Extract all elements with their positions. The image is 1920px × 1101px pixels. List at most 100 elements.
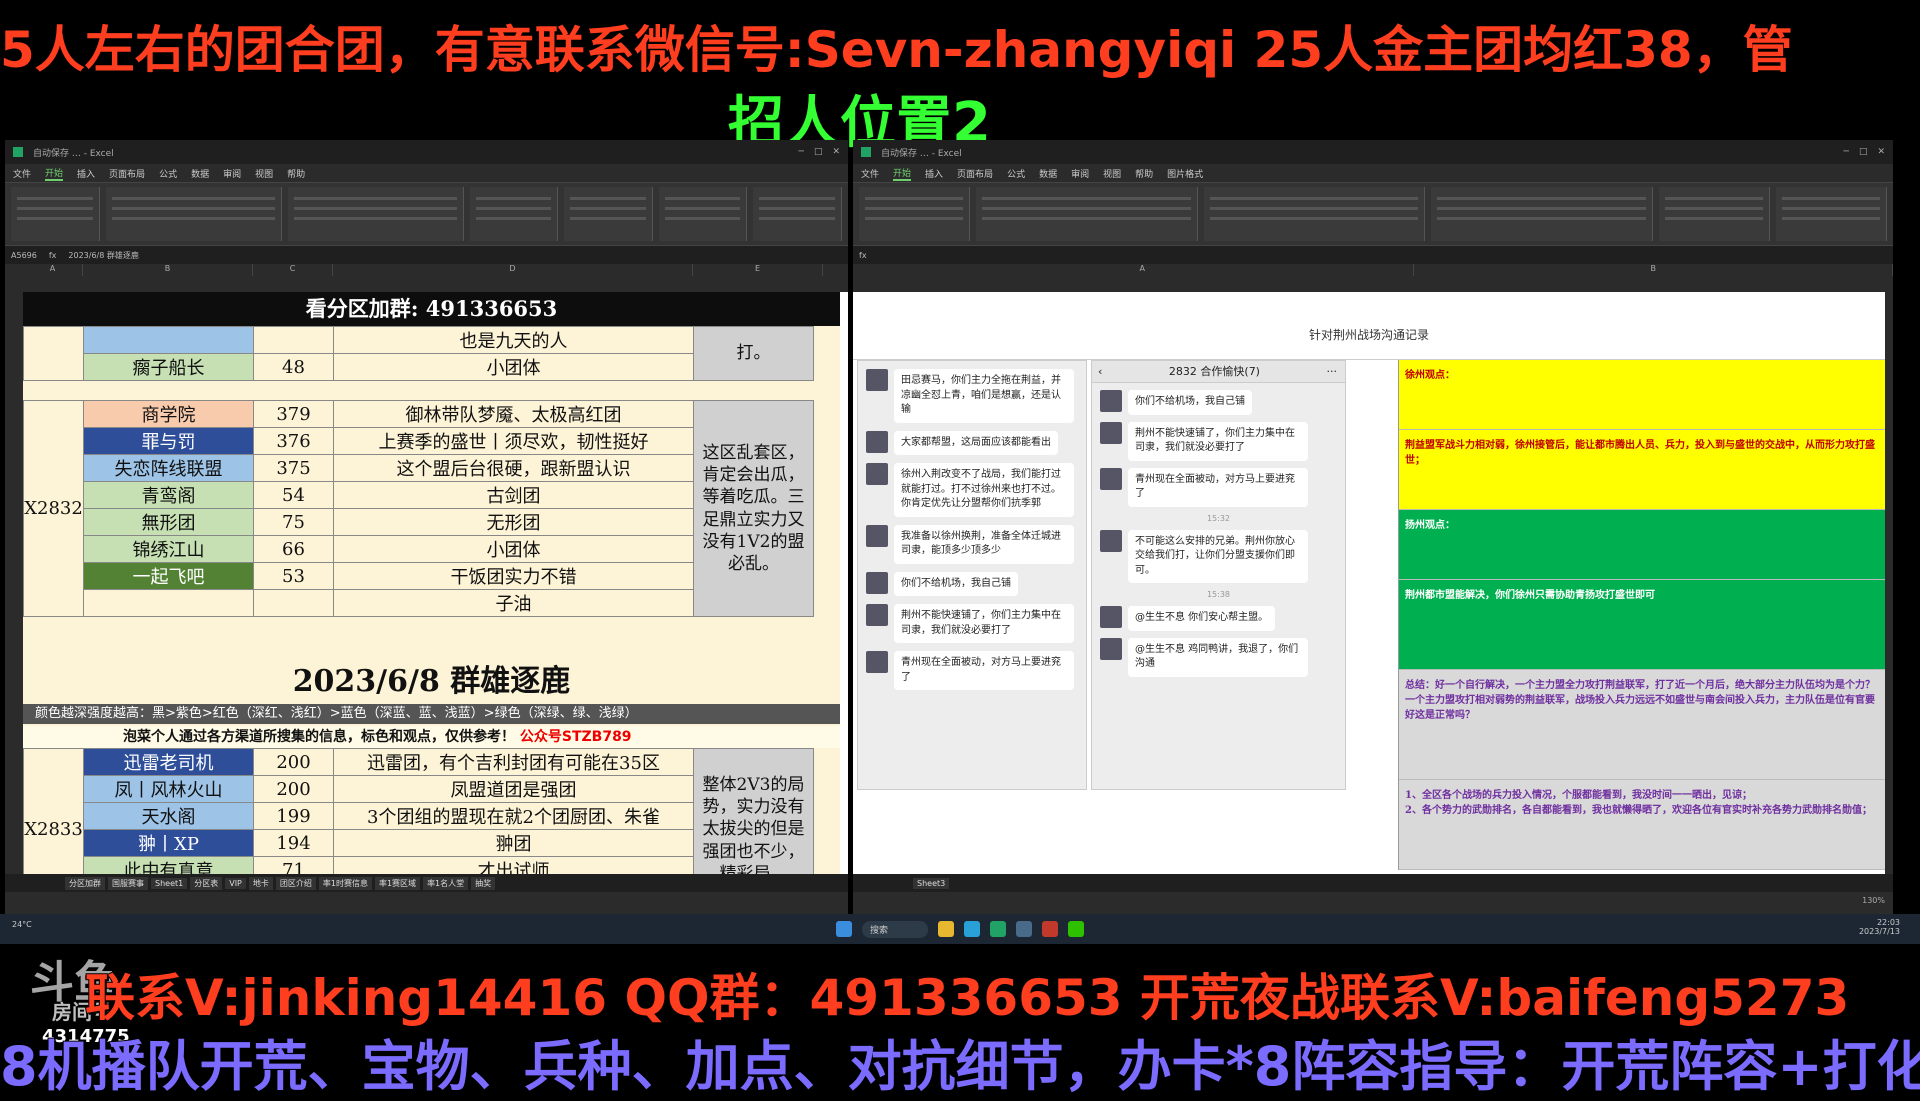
start-icon[interactable]: [835, 921, 852, 937]
commentary-cell[interactable]: 打。: [693, 326, 814, 381]
taskbar-search[interactable]: 搜索: [861, 920, 928, 938]
description-cell[interactable]: 凤盟道团是强团: [333, 775, 694, 803]
menu-item[interactable]: 开始: [893, 166, 912, 181]
maximize-icon[interactable]: □: [814, 147, 823, 157]
formula-input[interactable]: 2023/6/8 群雄逐鹿: [68, 250, 138, 261]
commentary-cell[interactable]: 总结：好一个自行解决，一个主力盟全力攻打荆益联军，打了近一个月后，绝大部分主力队…: [1399, 670, 1885, 780]
menu-item[interactable]: 公式: [1007, 167, 1025, 180]
ribbon-group-styles[interactable]: [564, 187, 653, 241]
member-count-cell[interactable]: 194: [253, 829, 334, 857]
commentary-cell[interactable]: 扬州观点：: [1399, 510, 1885, 580]
alliance-name-cell[interactable]: 失恋阵线联盟: [83, 454, 254, 482]
sheet-tab[interactable]: 率1名人堂: [423, 876, 469, 890]
description-cell[interactable]: 干饭团实力不错: [333, 562, 694, 590]
menu-item[interactable]: 图片格式: [1167, 167, 1203, 180]
close-icon[interactable]: ✕: [1877, 147, 1885, 157]
menu-item[interactable]: 视图: [1103, 167, 1121, 180]
menu-item[interactable]: 插入: [925, 167, 943, 180]
alliance-name-cell[interactable]: 商学院: [83, 400, 254, 428]
description-cell[interactable]: 3个团组的盟现在就2个团厨团、朱雀: [333, 802, 694, 830]
sheet-tab[interactable]: 抽奖: [471, 876, 496, 890]
minimize-icon[interactable]: ─: [1844, 147, 1849, 157]
alliance-name-cell[interactable]: 罪与罚: [83, 427, 254, 455]
col-header-a[interactable]: A: [871, 264, 1415, 276]
member-count-cell[interactable]: 379: [253, 400, 334, 428]
menu-item[interactable]: 文件: [13, 167, 31, 180]
server-id-cell[interactable]: X2832: [23, 400, 84, 617]
alliance-name-cell[interactable]: 锦绣江山: [83, 535, 254, 563]
excel-taskbar-icon[interactable]: [990, 921, 1006, 937]
description-cell[interactable]: 御林带队梦魇、太极高红团: [333, 400, 694, 428]
member-count-cell[interactable]: 375: [253, 454, 334, 482]
weather-widget[interactable]: 24°C: [12, 920, 32, 929]
menu-item[interactable]: 数据: [1039, 167, 1057, 180]
sheet-tab[interactable]: Sheet1: [151, 877, 188, 889]
sheet-area[interactable]: 看分区加群: 491336653 也是九天的人 打。 瘸子船长 48 小团体 X2832…: [5, 292, 848, 911]
description-cell[interactable]: 迅雷团，有个吉利封团有可能在35区: [333, 748, 694, 776]
member-count-cell[interactable]: 54: [253, 481, 334, 509]
menu-item[interactable]: 开始: [45, 166, 64, 181]
sheet-tab[interactable]: 团区介绍: [275, 876, 316, 890]
col-header-b[interactable]: B: [1414, 264, 1893, 276]
file-explorer-icon[interactable]: [938, 921, 954, 937]
ribbon-group-font[interactable]: [105, 187, 282, 241]
server-id-cell[interactable]: [23, 326, 84, 381]
ribbon-group-cells[interactable]: [1658, 187, 1770, 241]
member-count-cell[interactable]: 75: [253, 508, 334, 536]
member-count-cell[interactable]: 200: [253, 775, 334, 803]
description-cell[interactable]: 也是九天的人: [333, 326, 694, 354]
description-cell[interactable]: 小团体: [333, 353, 694, 381]
alliance-name-cell[interactable]: 凤丨风林火山: [83, 775, 254, 803]
member-count-cell[interactable]: 376: [253, 427, 334, 455]
sheet-tab[interactable]: VIP: [225, 877, 246, 889]
member-count-cell[interactable]: 66: [253, 535, 334, 563]
description-cell[interactable]: 无形团: [333, 508, 694, 536]
sheet-tab[interactable]: Sheet3: [913, 877, 950, 889]
menu-item[interactable]: 公式: [159, 167, 177, 180]
ribbon-group-editing[interactable]: [753, 187, 843, 241]
description-cell[interactable]: 子油: [333, 589, 694, 617]
alliance-name-cell[interactable]: 迅雷老司机: [83, 748, 254, 776]
member-count-cell[interactable]: [253, 589, 334, 617]
ribbon-group-cells[interactable]: [658, 187, 748, 241]
alliance-name-cell[interactable]: 瘸子船长: [83, 353, 254, 381]
ribbon-group-alignment[interactable]: [287, 187, 464, 241]
col-header-b[interactable]: B: [83, 264, 253, 276]
menu-item[interactable]: 帮助: [287, 167, 305, 180]
edge-icon[interactable]: [964, 921, 980, 937]
col-header-d[interactable]: D: [333, 264, 693, 276]
description-cell[interactable]: 翀团: [333, 829, 694, 857]
zoom-level[interactable]: 130%: [1862, 896, 1885, 905]
col-header-e[interactable]: E: [693, 264, 823, 276]
alliance-name-cell[interactable]: 青鸾阁: [83, 481, 254, 509]
sheet-tab[interactable]: 率1时赛信息: [318, 876, 372, 890]
system-clock[interactable]: 22:03 2023/7/13: [1859, 918, 1900, 936]
minimize-icon[interactable]: ─: [799, 147, 804, 157]
ribbon-group-number[interactable]: [469, 187, 559, 241]
alliance-name-cell[interactable]: 一起飞吧: [83, 562, 254, 590]
commentary-cell[interactable]: 徐州观点：: [1399, 360, 1885, 430]
sheet-tab[interactable]: 国服赛事: [108, 876, 148, 890]
member-count-cell[interactable]: 199: [253, 802, 334, 830]
alliance-name-cell[interactable]: 天水阁: [83, 802, 254, 830]
commentary-cell[interactable]: 这区乱套区，肯定会出瓜，等着吃瓜。三足鼎立实力又没有1V2的盟必乱。: [693, 400, 814, 617]
ribbon-group-styles[interactable]: [1431, 187, 1653, 241]
alliance-name-cell[interactable]: 無形团: [83, 508, 254, 536]
description-cell[interactable]: 古剑团: [333, 481, 694, 509]
close-icon[interactable]: ✕: [832, 147, 840, 157]
commentary-cell[interactable]: 荆州都市盟能解决，你们徐州只需协助青扬攻打盛世即可: [1399, 580, 1885, 670]
sheet-tab[interactable]: 率1赛区域: [374, 876, 421, 890]
member-count-cell[interactable]: 200: [253, 748, 334, 776]
ribbon-group-clipboard[interactable]: [11, 187, 100, 241]
menu-item[interactable]: 文件: [861, 167, 879, 180]
description-cell[interactable]: 上赛季的盛世丨须尽欢，韧性挺好: [333, 427, 694, 455]
sheet-area[interactable]: 针对荆州战场沟通记录 田忌赛马，你们主力全拖在荆益，并凉幽全怼上青，咱们是想赢，…: [853, 292, 1885, 874]
menu-item[interactable]: 视图: [255, 167, 273, 180]
alliance-name-cell[interactable]: [83, 326, 254, 354]
menu-item[interactable]: 页面布局: [109, 167, 145, 180]
maximize-icon[interactable]: □: [1859, 147, 1868, 157]
menu-item[interactable]: 审阅: [1071, 167, 1089, 180]
cell-grid[interactable]: 看分区加群: 491336653 也是九天的人 打。 瘸子船长 48 小团体 X2832…: [23, 292, 840, 911]
ribbon-group-font[interactable]: [976, 187, 1198, 241]
app-icon[interactable]: [1016, 921, 1032, 937]
